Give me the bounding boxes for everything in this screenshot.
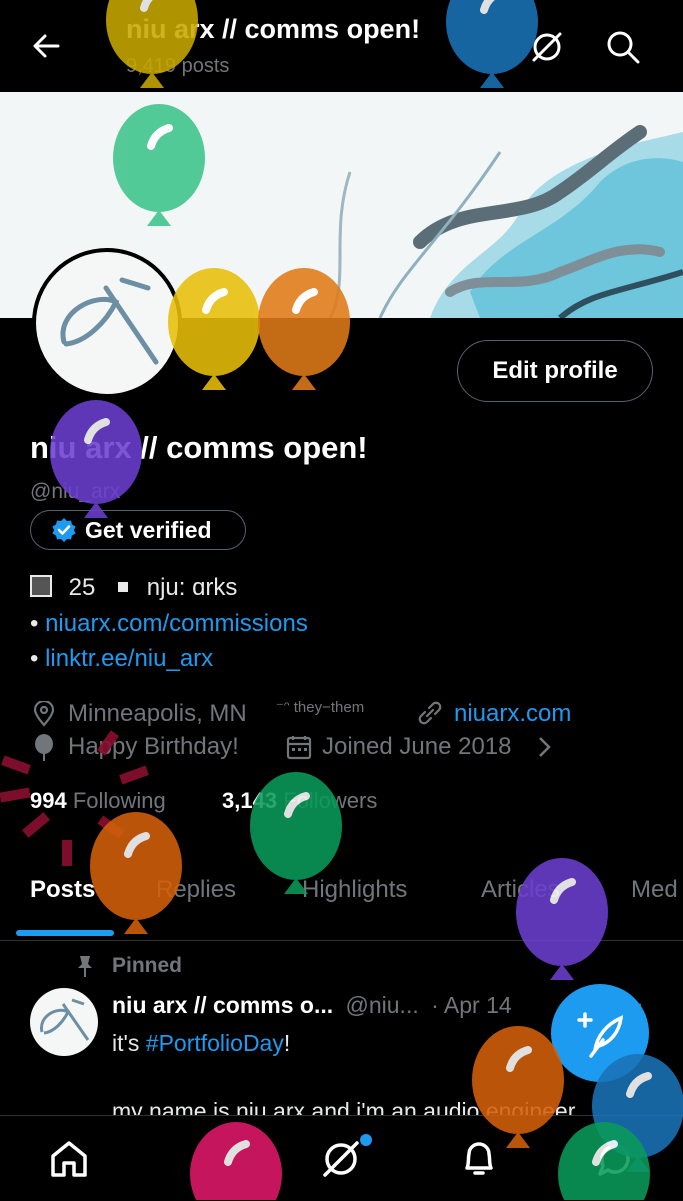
following-count: 994 — [30, 788, 67, 813]
post-text-prefix: it's — [112, 1030, 146, 1056]
pin-icon — [78, 956, 92, 977]
header-posts-count: 9,419 posts — [126, 55, 230, 77]
post-text-suffix: ! — [283, 1030, 291, 1056]
bio-line-3: • linktr.ee/niu_arx — [30, 645, 213, 673]
post-header: niu arx // comms o... @niu... · Apr 14 — [112, 992, 512, 1019]
followers-label: Followers — [283, 788, 378, 813]
followers-count: 3,143 — [222, 788, 278, 813]
post-text: it's #PortfolioDay! — [112, 1030, 290, 1057]
bio-link-linktree[interactable]: linktr.ee/niu_arx — [45, 645, 213, 672]
website-link[interactable]: niuarx.com — [454, 700, 571, 728]
tab-posts[interactable]: Posts — [30, 876, 95, 904]
followers-link[interactable]: 3,143 Followers — [222, 788, 377, 814]
link-icon — [418, 701, 442, 725]
display-name: niu arx // comms open! — [30, 430, 368, 465]
post-date[interactable]: · Apr 14 — [431, 992, 512, 1018]
back-arrow-icon[interactable] — [28, 28, 64, 64]
following-label: Following — [72, 788, 166, 813]
home-icon[interactable] — [48, 1138, 90, 1180]
bio-bullet: • — [30, 645, 39, 672]
profile-avatar[interactable] — [32, 248, 182, 398]
active-tab-indicator — [16, 930, 114, 936]
grok-icon[interactable] — [320, 1138, 362, 1180]
square-glyph-icon — [30, 575, 52, 597]
bio-age: 25 — [68, 574, 96, 601]
location-text: Minneapolis, MN — [68, 700, 247, 727]
post-hashtag[interactable]: #PortfolioDay — [146, 1030, 284, 1056]
avatar-logo — [40, 998, 90, 1041]
search-icon[interactable] — [604, 28, 642, 66]
compose-post-button[interactable] — [551, 984, 649, 1082]
pronouns-text: ⁻ᵔ they−them — [276, 699, 365, 716]
header-title: niu arx // comms open! — [126, 14, 421, 44]
edit-profile-button[interactable]: Edit profile — [457, 340, 653, 402]
get-verified-label: Get verified — [85, 516, 212, 543]
avatar-logo — [60, 277, 159, 365]
bio-bullet: • — [30, 610, 39, 637]
joined-date: Joined June 2018 — [322, 733, 512, 760]
message-icon[interactable] — [594, 1138, 636, 1180]
tab-media[interactable]: Med — [631, 876, 678, 904]
small-square-glyph-icon — [118, 582, 129, 592]
grok-icon[interactable] — [528, 28, 566, 66]
birthday-text: Happy Birthday! — [68, 733, 239, 760]
calendar-icon — [286, 736, 312, 760]
get-verified-button[interactable]: Get verified — [30, 510, 246, 550]
bio-pronunciation: nju: ɑrks — [146, 574, 238, 601]
pinned-label: Pinned — [112, 954, 183, 977]
post-author-name[interactable]: niu arx // comms o... — [112, 992, 333, 1018]
compose-post-icon — [577, 1012, 624, 1058]
bio-link-commissions[interactable]: niuarx.com/commissions — [45, 610, 308, 637]
chevron-right-icon[interactable] — [536, 735, 552, 759]
profile-handle: @niu_arx — [30, 480, 121, 503]
balloon-icon — [35, 734, 53, 761]
tab-replies[interactable]: Replies — [156, 876, 236, 904]
bell-icon[interactable] — [458, 1138, 500, 1180]
verified-badge-icon — [52, 518, 76, 542]
tab-highlights[interactable]: Highlights — [302, 876, 407, 904]
following-link[interactable]: 994 Following — [30, 788, 166, 814]
post-author-handle[interactable]: @niu... — [346, 992, 419, 1018]
bio-line-1: 25 nju: ɑrks — [30, 574, 237, 602]
location-pin-icon — [33, 701, 55, 727]
post-author-avatar[interactable] — [30, 988, 98, 1056]
bio-line-2: • niuarx.com/commissions — [30, 610, 308, 638]
tab-articles[interactable]: Articles — [481, 876, 560, 904]
notification-dot — [360, 1134, 372, 1146]
